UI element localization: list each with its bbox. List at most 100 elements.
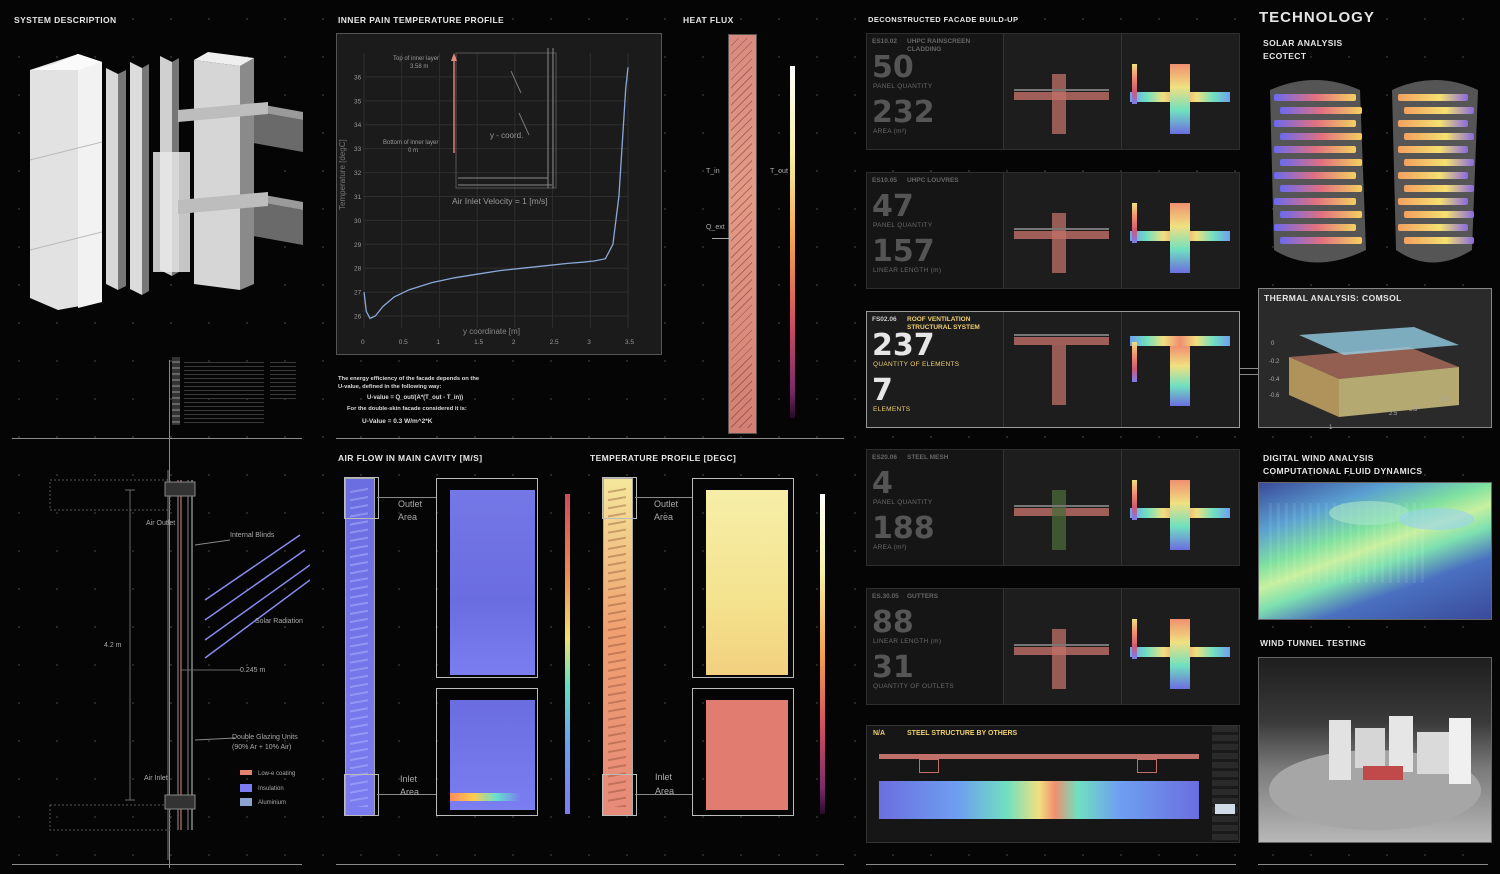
x-tick-label: 3.5 [625, 339, 634, 346]
solar-band-left [1274, 224, 1356, 231]
label-tout: T_out [770, 168, 788, 175]
facade-code: FS02.06 [872, 316, 897, 323]
facade-label-1: QUANTITY OF ELEMENTS [873, 361, 960, 368]
divider [336, 864, 844, 865]
facade-number-2: 157 [872, 234, 935, 269]
y-tick-label: 35 [354, 98, 362, 105]
y-tick-label: 36 [354, 74, 362, 81]
steel-code: N/A [873, 730, 886, 737]
label-internal-blinds: Internal Blinds [230, 532, 275, 539]
legend-table [172, 357, 297, 425]
chart-ylabel: Temperature [degC] [338, 139, 347, 210]
chart-xlabel: y coordinate [m] [463, 327, 520, 336]
facade-detail-drawing [1003, 34, 1122, 149]
solar-band-left [1274, 120, 1356, 127]
flux-arrow [712, 238, 732, 239]
facade-item-1[interactable]: ES10.05 UHPC LOUVRES 47 PANEL QUANTITY 1… [866, 172, 1240, 289]
x-tick-label: 2 [512, 339, 516, 346]
facade-item-3[interactable]: ES20.06 STEEL MESH 4 PANEL QUANTITY 188 … [866, 449, 1240, 566]
header-technology: TECHNOLOGY [1259, 9, 1375, 26]
divider [12, 438, 302, 439]
y-tick-label: 33 [354, 146, 362, 153]
facade-title: STEEL MESH [907, 454, 949, 461]
airflow-pattern [350, 485, 368, 807]
label-air-outlet: Air Outlet [146, 520, 176, 527]
solar-band-right [1398, 120, 1468, 127]
facade-item-0[interactable]: ES10.02 UHPC RAINSCREEN CLADDING 50 PANE… [866, 33, 1240, 150]
airflow-inlet-label2: Area [400, 787, 420, 797]
y-tick-label: 31 [354, 194, 362, 201]
connector [635, 497, 692, 498]
facade-code: ES20.06 [872, 454, 897, 461]
annot-top: Top of inner layer [393, 56, 440, 62]
steel-structure-panel[interactable]: N/A STEEL STRUCTURE BY OTHERS [866, 725, 1240, 843]
label-wind-analysis: DIGITAL WIND ANALYSIS [1263, 453, 1374, 463]
label-solar: SOLAR ANALYSIS [1263, 38, 1343, 48]
temp-outlet-label: Outlet [654, 499, 679, 509]
temp-inlet-frame [692, 688, 794, 816]
temperature-line-chart: 26 27 28 29 30 31 32 33 34 35 36 0 0.5 1 1.5 2 2.5 3 3.5 [354, 48, 634, 346]
airflow-outlet-label: Outlet [398, 499, 423, 509]
facade-number-2: 188 [872, 511, 935, 546]
header-temp-profile: TEMPERATURE PROFILE [DEGC] [590, 453, 737, 463]
temp-inlet-box [602, 774, 637, 816]
solar-band-left [1280, 159, 1362, 166]
facade-number-1: 237 [872, 328, 935, 363]
steel-thermal-map [879, 781, 1199, 819]
heat-flux-pattern [731, 38, 752, 428]
label-glazing-mix: (90% Ar + 10% Air) [232, 744, 292, 751]
header-inner-pain: INNER PAIN TEMPERATURE PROFILE [338, 15, 505, 25]
facade-label-1: PANEL QUANTITY [873, 222, 933, 229]
solar-band-left [1274, 94, 1356, 101]
solar-band-right [1398, 172, 1468, 179]
x-tick-label: 0 [361, 339, 365, 346]
solar-band-left [1280, 107, 1362, 114]
airflow-inlet-box [344, 774, 379, 816]
airflow-inlet-label: Inlet [400, 774, 418, 784]
solar-band-right [1404, 107, 1474, 114]
solar-band-right [1404, 159, 1474, 166]
solar-band-left [1280, 185, 1362, 192]
solar-band-right [1398, 224, 1468, 231]
y-tick-label: 28 [354, 266, 362, 273]
facade-title: ROOF VENTILATION [907, 316, 971, 323]
facade-number-2: 232 [872, 95, 935, 130]
solar-band-left [1274, 146, 1356, 153]
facade-detail-drawing [1003, 589, 1122, 704]
facade-item-2[interactable]: FS02.06 ROOF VENTILATION STRUCTURAL SYST… [866, 311, 1240, 428]
steel-title: STEEL STRUCTURE BY OTHERS [907, 730, 1018, 737]
facade-label-1: LINEAR LENGTH (m) [873, 638, 942, 645]
temperature-curve [363, 67, 629, 320]
connector [377, 497, 436, 498]
thermal-analysis-panel[interactable]: THERMAL ANALYSIS: COMSOL 0 -0.2 -0.4 -0.… [1258, 288, 1492, 431]
connector-line [1237, 368, 1259, 369]
connector-line [1237, 374, 1259, 375]
facade-number-1: 50 [872, 50, 914, 85]
facade-item-4[interactable]: ES.30.05 GUTTERS 88 LINEAR LENGTH (m) 31… [866, 588, 1240, 705]
solar-band-left [1274, 198, 1356, 205]
y-tick-label: 34 [354, 122, 362, 129]
facade-number-1: 4 [872, 466, 893, 501]
facade-title: GUTTERS [907, 593, 939, 600]
divider [866, 864, 1236, 865]
solar-analysis-render [1270, 80, 1478, 263]
facade-label-2: LINEAR LENGTH (m) [873, 267, 942, 274]
solar-band-right [1398, 146, 1468, 153]
temp-outlet-label2: Area [654, 512, 674, 522]
label-ecotect: ECOTECT [1263, 51, 1307, 61]
label-wind-tunnel: WIND TUNNEL TESTING [1260, 638, 1367, 648]
legend-lowe: Low-e coating [258, 771, 296, 777]
label-solar-radiation: Solar Radiation [255, 618, 303, 625]
label-thermal: THERMAL ANALYSIS: COMSOL [1264, 293, 1402, 303]
solar-band-right [1398, 198, 1468, 205]
facade-label-2: AREA (m²) [873, 544, 907, 551]
solar-band-right [1404, 185, 1474, 192]
facade-3d-illustration [29, 52, 303, 310]
label-depth: 0.245 m [240, 667, 266, 674]
label-height: 4.2 m [104, 642, 122, 649]
facade-title: UHPC LOUVRES [907, 177, 959, 184]
annot-bottom: Bottom of inner layer [383, 140, 439, 146]
y-tick-label: 26 [354, 314, 362, 321]
facade-title: UHPC RAINSCREEN [907, 38, 971, 45]
label-double-glazing: Double Glazing Units [232, 734, 298, 741]
